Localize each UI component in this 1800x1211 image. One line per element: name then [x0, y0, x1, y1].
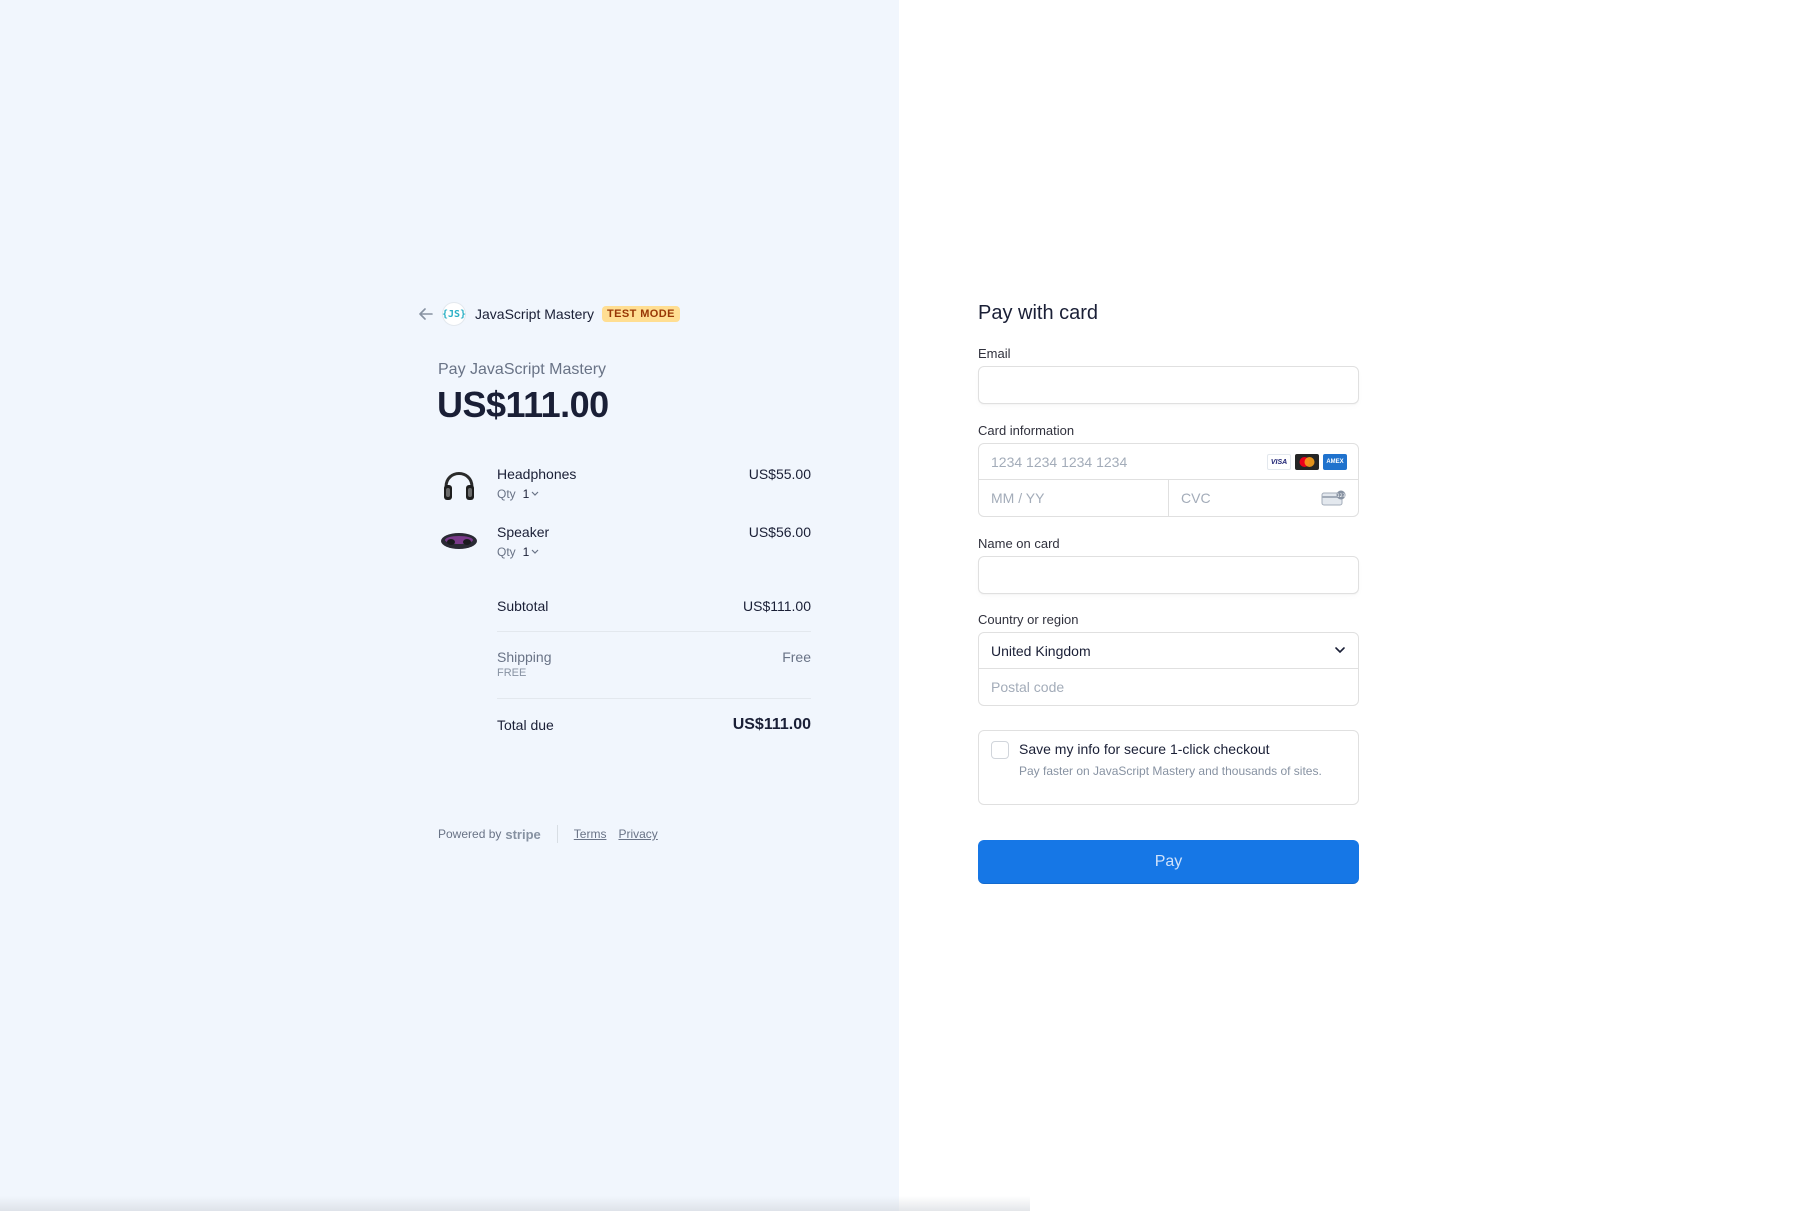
save-info-desc: Pay faster on JavaScript Mastery and tho…	[1019, 764, 1322, 778]
powered-by-label: Powered by	[438, 827, 502, 841]
subtotal-value: US$111.00	[743, 598, 811, 614]
speaker-icon	[438, 520, 480, 562]
divider	[497, 698, 811, 699]
qty-selector[interactable]: 1	[523, 487, 540, 501]
item-price: US$56.00	[748, 524, 811, 540]
qty-value: 1	[522, 487, 530, 501]
total-label: Total due	[497, 717, 554, 733]
shipping-label: Shipping	[497, 649, 552, 665]
stripe-logo[interactable]: stripe	[505, 827, 540, 842]
email-field[interactable]	[978, 366, 1359, 404]
total-value: US$111.00	[732, 716, 811, 733]
card-info-label: Card information	[978, 423, 1075, 438]
country-value: United Kingdom	[991, 642, 1091, 659]
visa-icon: VISA	[1267, 454, 1291, 470]
cvc-field[interactable]: 123	[1169, 480, 1358, 516]
postal-code-field[interactable]	[979, 669, 1358, 705]
shipping-value: Free	[782, 649, 811, 665]
save-info-checkbox[interactable]	[991, 741, 1009, 759]
item-name: Speaker	[497, 524, 550, 540]
chevron-down-icon	[1335, 647, 1345, 654]
expiry-field[interactable]	[979, 480, 1169, 516]
back-arrow-icon[interactable]	[416, 304, 436, 324]
pay-merchant-label: Pay JavaScript Mastery	[438, 361, 607, 378]
email-input[interactable]	[979, 367, 1358, 403]
name-label: Name on card	[978, 536, 1060, 551]
footer: Powered by stripe Terms Privacy	[438, 825, 670, 843]
line-item: Headphones Qty 1 US$55.00	[438, 462, 811, 510]
chevron-down-icon	[531, 549, 539, 554]
merchant-logo: {JS}	[442, 302, 466, 326]
item-price: US$55.00	[748, 466, 811, 482]
save-info-box: Save my info for secure 1-click checkout…	[978, 730, 1359, 805]
postal-code-input[interactable]	[979, 669, 1358, 705]
order-summary-panel: {JS} JavaScript Mastery TEST MODE Pay Ja…	[0, 0, 899, 1211]
form-title: Pay with card	[978, 302, 1099, 324]
footer-divider	[556, 825, 558, 843]
mastercard-icon	[1295, 454, 1319, 470]
test-mode-badge: TEST MODE	[602, 306, 680, 322]
item-name: Headphones	[497, 466, 577, 482]
shipping-sub: FREE	[497, 667, 527, 679]
item-qty: Qty 1	[497, 545, 539, 559]
qty-value: 1	[522, 545, 530, 559]
privacy-link[interactable]: Privacy	[618, 827, 657, 841]
email-label: Email	[978, 346, 1011, 361]
name-input[interactable]	[979, 557, 1358, 593]
bottom-shadow	[0, 1196, 1030, 1211]
country-select[interactable]: United Kingdom	[979, 633, 1358, 669]
merchant-header: {JS} JavaScript Mastery TEST MODE	[416, 302, 680, 326]
line-item: Speaker Qty 1 US$56.00	[438, 520, 811, 568]
svg-text:123: 123	[1337, 493, 1346, 499]
expiry-input[interactable]	[979, 480, 1168, 516]
item-qty: Qty 1	[497, 487, 539, 501]
subtotal-label: Subtotal	[497, 598, 549, 614]
qty-label: Qty	[497, 545, 516, 559]
headphones-icon	[438, 462, 480, 504]
country-label: Country or region	[978, 612, 1079, 627]
terms-link[interactable]: Terms	[574, 827, 607, 841]
divider	[497, 631, 811, 632]
card-brands: VISA AMEX	[1267, 454, 1347, 470]
qty-label: Qty	[497, 487, 516, 501]
merchant-name: JavaScript Mastery	[475, 306, 595, 322]
chevron-down-icon	[531, 491, 539, 496]
cvc-card-icon: 123	[1321, 490, 1347, 511]
qty-selector[interactable]: 1	[523, 545, 540, 559]
card-number-field[interactable]: VISA AMEX	[979, 444, 1358, 480]
amex-icon: AMEX	[1323, 454, 1347, 470]
pay-button[interactable]: Pay	[978, 840, 1359, 884]
name-field[interactable]	[978, 556, 1359, 594]
card-info-group: VISA AMEX 123	[978, 443, 1359, 517]
total-amount: US$111.00	[437, 384, 609, 425]
address-group: United Kingdom	[978, 632, 1359, 706]
payment-panel	[899, 0, 1800, 1211]
save-info-title: Save my info for secure 1-click checkout	[1019, 741, 1270, 757]
